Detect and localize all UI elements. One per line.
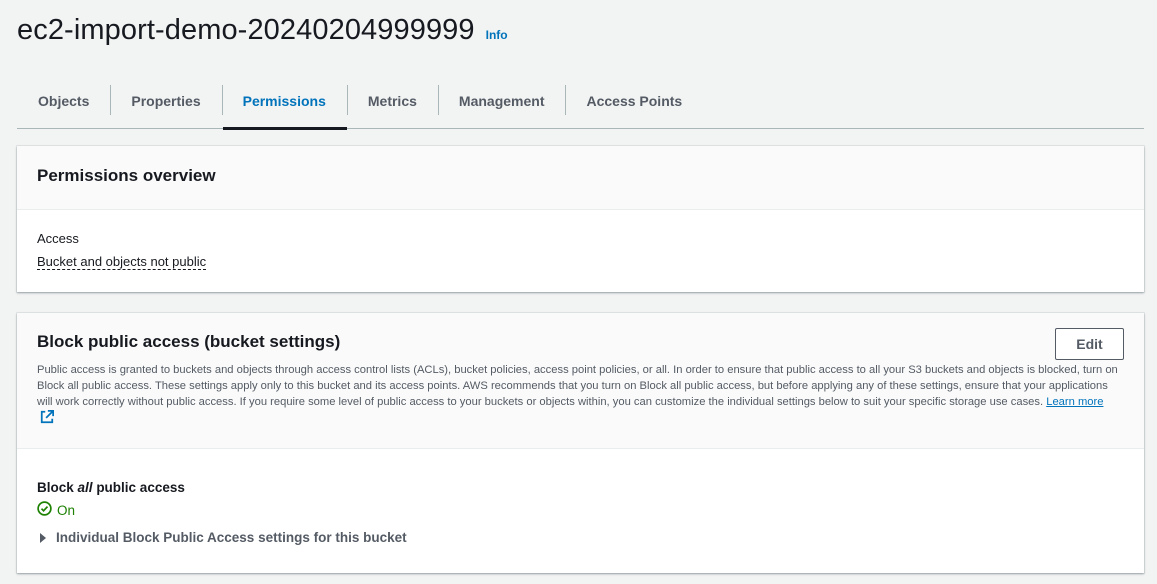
block-all-suffix: public access (96, 480, 185, 495)
tab-properties[interactable]: Properties (110, 74, 221, 128)
block-public-access-description: Public access is granted to buckets and … (37, 362, 1119, 429)
individual-settings-expander[interactable]: Individual Block Public Access settings … (37, 530, 1124, 545)
block-public-access-body: Block all public access On Individual Bl… (17, 449, 1144, 545)
block-all-public-access-label: Block all public access (37, 480, 1124, 495)
bucket-name-title: ec2-import-demo-20240204999999 (17, 14, 475, 46)
tab-access-points[interactable]: Access Points (565, 74, 703, 128)
permissions-overview-panel: Permissions overview Access Bucket and o… (17, 146, 1144, 292)
access-label: Access (37, 231, 79, 246)
caret-right-icon (40, 532, 46, 543)
bucket-tabs: Objects Properties Permissions Metrics M… (17, 74, 1144, 130)
block-public-access-header: Block public access (bucket settings) Ed… (17, 313, 1144, 449)
tab-metrics[interactable]: Metrics (346, 74, 438, 128)
block-public-access-title: Block public access (bucket settings) (37, 332, 341, 351)
block-all-status: On (37, 501, 1124, 519)
block-all-emphasis: all (77, 480, 93, 495)
access-value-popover[interactable]: Bucket and objects not public (37, 254, 207, 270)
tab-objects[interactable]: Objects (17, 74, 110, 128)
page-header: ec2-import-demo-20240204999999 Info (17, 14, 508, 47)
tab-permissions[interactable]: Permissions (221, 74, 348, 130)
individual-settings-label: Individual Block Public Access settings … (56, 530, 407, 545)
permissions-overview-body: Access Bucket and objects not public (17, 210, 1144, 271)
permissions-overview-title: Permissions overview (37, 166, 216, 185)
s3-bucket-permissions-page: ec2-import-demo-20240204999999 Info Obje… (0, 0, 1157, 584)
status-value: On (57, 502, 76, 518)
edit-button[interactable]: Edit (1055, 328, 1124, 360)
block-public-access-panel: Block public access (bucket settings) Ed… (17, 313, 1144, 573)
permissions-overview-header: Permissions overview (17, 146, 1144, 210)
block-all-prefix: Block (37, 480, 74, 495)
learn-more-label: Learn more (1046, 396, 1104, 408)
check-circle-icon (37, 501, 57, 519)
description-text: Public access is granted to buckets and … (37, 364, 1118, 408)
info-link[interactable]: Info (486, 28, 508, 42)
tab-management[interactable]: Management (437, 74, 566, 128)
external-link-icon (40, 410, 54, 429)
